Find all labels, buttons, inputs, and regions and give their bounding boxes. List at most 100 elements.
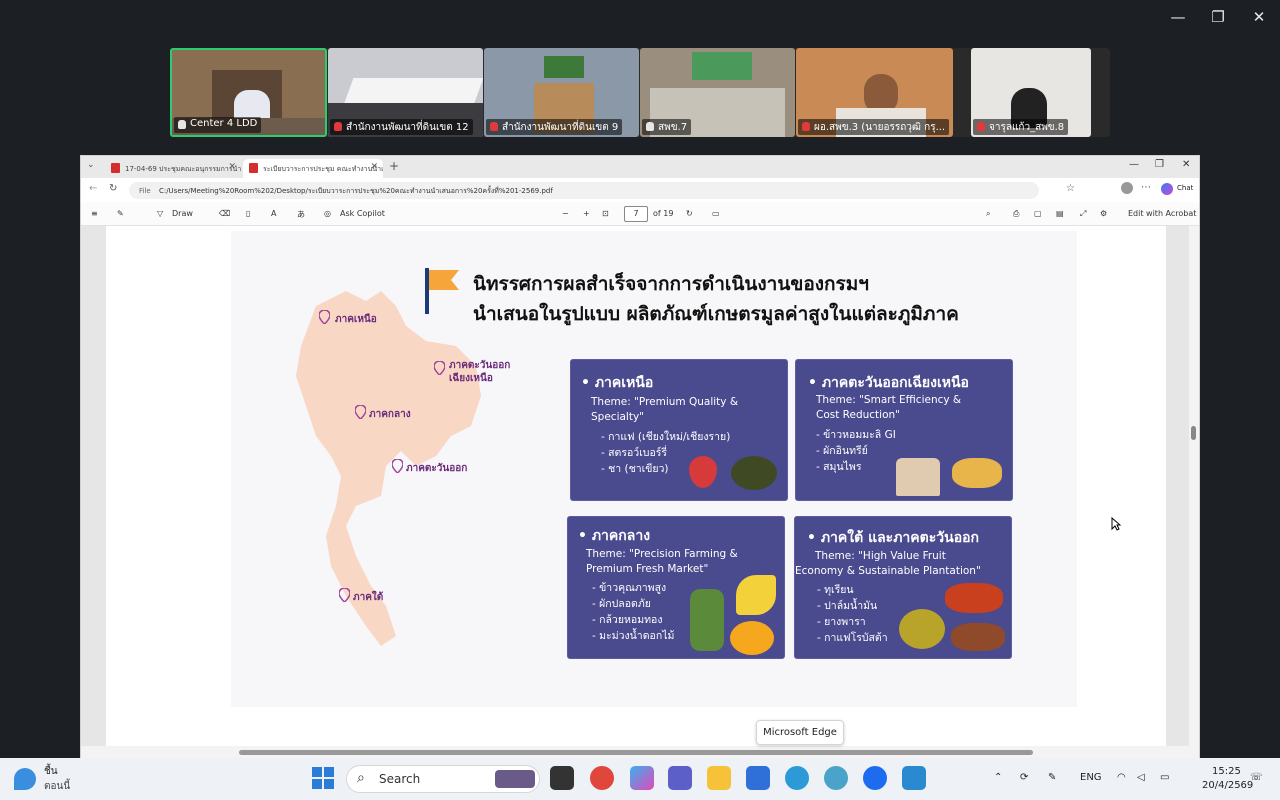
- card-item: - ข้าวหอมมะลิ GI: [816, 429, 896, 441]
- edit-with-acrobat-button[interactable]: Edit with Acrobat: [1128, 209, 1196, 218]
- close-window-icon[interactable]: ✕: [1182, 159, 1190, 170]
- edge-icon[interactable]: [785, 766, 809, 790]
- zoom-icon[interactable]: [863, 766, 887, 790]
- two-page-icon[interactable]: ▭: [712, 209, 720, 218]
- read-aloud-icon[interactable]: A: [271, 209, 276, 218]
- weather-icon[interactable]: [14, 768, 36, 790]
- card-theme: Premium Fresh Market": [586, 563, 709, 575]
- snipping-icon[interactable]: [902, 766, 926, 790]
- participant-name: จารุลแก้ว_สพข.8: [973, 119, 1069, 135]
- horizontal-scrollbar[interactable]: [81, 746, 1199, 758]
- input-language[interactable]: ENG: [1080, 772, 1102, 783]
- file-explorer-icon[interactable]: [707, 766, 731, 790]
- map-label-north: ภาคเหนือ: [335, 314, 377, 325]
- page-view-icon[interactable]: ▯: [246, 209, 250, 218]
- battery-icon[interactable]: ▭: [1160, 772, 1169, 783]
- start-button[interactable]: [312, 767, 334, 789]
- store-icon[interactable]: [746, 766, 770, 790]
- map-label-central: ภาคกลาง: [369, 409, 411, 420]
- search-box[interactable]: ⌕ Search: [346, 765, 540, 793]
- more-icon[interactable]: ⋯: [1141, 182, 1151, 193]
- eraser-icon[interactable]: ⌫: [219, 209, 230, 218]
- copilot-app-icon[interactable]: [630, 766, 654, 790]
- map-label-east: ภาคตะวันออก: [406, 463, 468, 474]
- translate-icon[interactable]: あ: [297, 209, 305, 220]
- close-button[interactable]: ✕: [1244, 8, 1274, 26]
- print-icon[interactable]: ⎙: [1013, 209, 1019, 219]
- fit-page-icon[interactable]: ⊡: [602, 209, 609, 218]
- tab-inactive[interactable]: 17-04-69 ประชุมคณะอนุกรรมการนำเสน... ✕: [105, 159, 241, 178]
- sync-icon[interactable]: ⟳: [1020, 772, 1028, 783]
- palm-fruit-icon: [945, 583, 1003, 613]
- language-bar-icon[interactable]: ✎: [1048, 772, 1056, 783]
- zoom-out-icon[interactable]: −: [562, 209, 569, 218]
- tab-list-icon[interactable]: ⌄: [87, 160, 95, 170]
- durian-icon: [899, 609, 945, 649]
- profile-icon[interactable]: [1121, 182, 1133, 194]
- tab-active[interactable]: ระเบียบวาระการประชุม คณะทำงานนำเสน... ✕: [243, 159, 383, 178]
- scroll-thumb[interactable]: [1191, 426, 1196, 440]
- new-tab-icon[interactable]: +: [389, 159, 399, 173]
- map-label-south: ภาคใต้: [353, 592, 384, 603]
- teams-icon[interactable]: [668, 766, 692, 790]
- restore-icon[interactable]: ❐: [1155, 159, 1164, 170]
- participant-strip: Center 4 LDD สำนักงานพัฒนาที่ดินเขต 12 ส…: [170, 48, 1110, 137]
- card-heading: • ภาคเหนือ: [581, 375, 654, 391]
- region-card-central: • ภาคกลาง Theme: "Precision Farming & Pr…: [567, 516, 785, 659]
- favorites-icon[interactable]: ☆: [1066, 183, 1075, 194]
- wifi-icon[interactable]: ◠: [1117, 772, 1126, 783]
- find-icon[interactable]: ⌕: [986, 209, 990, 219]
- rotate-icon[interactable]: ↻: [686, 209, 693, 218]
- tray-expand-icon[interactable]: ⌃: [994, 772, 1002, 783]
- restore-button[interactable]: ❐: [1203, 8, 1233, 26]
- location-pin-icon: [339, 588, 350, 602]
- participant-tile[interactable]: จารุลแก้ว_สพข.8: [971, 48, 1091, 137]
- card-theme: Theme: "Precision Farming &: [586, 548, 738, 560]
- card-item: - กล้วยหอมทอง: [592, 614, 663, 626]
- settings-icon[interactable]: ⚙: [1100, 209, 1107, 218]
- scroll-thumb[interactable]: [239, 750, 1033, 755]
- card-item: - ยางพารา: [817, 616, 866, 628]
- slide-title-line-2: นำเสนอในรูปแบบ ผลิตภัณฑ์เกษตรมูลค่าสูงใน…: [473, 303, 959, 325]
- participant-name: สำนักงานพัฒนาที่ดินเขต 12: [330, 119, 473, 135]
- volume-icon[interactable]: ◁: [1137, 772, 1145, 783]
- chat-button[interactable]: Chat: [1177, 184, 1193, 192]
- zoom-in-icon[interactable]: +: [583, 209, 590, 218]
- participant-tile[interactable]: ผอ.สพข.3 (นายอรรถวุฒิ กรุ...: [796, 48, 953, 137]
- office-icon[interactable]: [590, 766, 614, 790]
- draw-button[interactable]: Draw: [172, 209, 193, 218]
- card-item: - ผักอินทรีย์: [816, 445, 868, 457]
- close-tab-icon[interactable]: ✕: [228, 162, 236, 172]
- clock-date[interactable]: 20/4/2569: [1202, 780, 1253, 791]
- map-label-northeast-2: เฉียงเหนือ: [449, 373, 493, 384]
- page-number-input[interactable]: 7: [624, 206, 648, 222]
- url-field[interactable]: File C:/Users/Meeting%20Room%202/Desktop…: [129, 182, 1039, 199]
- strawberry-icon: [689, 456, 717, 488]
- close-tab-icon[interactable]: ✕: [370, 162, 378, 172]
- minimize-icon[interactable]: —: [1129, 159, 1139, 170]
- participant-tile[interactable]: สำนักงานพัฒนาที่ดินเขต 9: [484, 48, 639, 137]
- location-pin-icon: [434, 361, 445, 375]
- clock-time[interactable]: 15:25: [1212, 766, 1241, 777]
- save-icon[interactable]: ▢: [1034, 209, 1042, 218]
- vertical-scrollbar[interactable]: [1189, 226, 1199, 748]
- task-view-icon[interactable]: [550, 766, 574, 790]
- search-placeholder: Search: [379, 772, 421, 786]
- participant-name: สำนักงานพัฒนาที่ดินเขต 9: [486, 119, 623, 135]
- participant-tile[interactable]: สำนักงานพัฒนาที่ดินเขต 12: [328, 48, 483, 137]
- save-as-icon[interactable]: ▤: [1056, 209, 1064, 218]
- notification-icon[interactable]: ☏: [1250, 772, 1263, 783]
- mouse-cursor-icon: [1111, 517, 1121, 531]
- ask-copilot-button[interactable]: Ask Copilot: [340, 209, 385, 218]
- minimize-button[interactable]: —: [1163, 8, 1193, 26]
- fullscreen-icon[interactable]: ⤢: [1080, 209, 1086, 219]
- participant-tile[interactable]: Center 4 LDD: [170, 48, 327, 137]
- contents-icon[interactable]: ≡: [91, 209, 98, 218]
- participant-tile[interactable]: สพข.7: [640, 48, 795, 137]
- highlight-icon[interactable]: ✎: [117, 209, 124, 218]
- refresh-icon[interactable]: ↻: [109, 183, 117, 194]
- pdf-icon: [249, 163, 258, 173]
- back-icon[interactable]: ←: [89, 183, 97, 194]
- app-icon[interactable]: [824, 766, 848, 790]
- location-pin-icon: [319, 310, 330, 324]
